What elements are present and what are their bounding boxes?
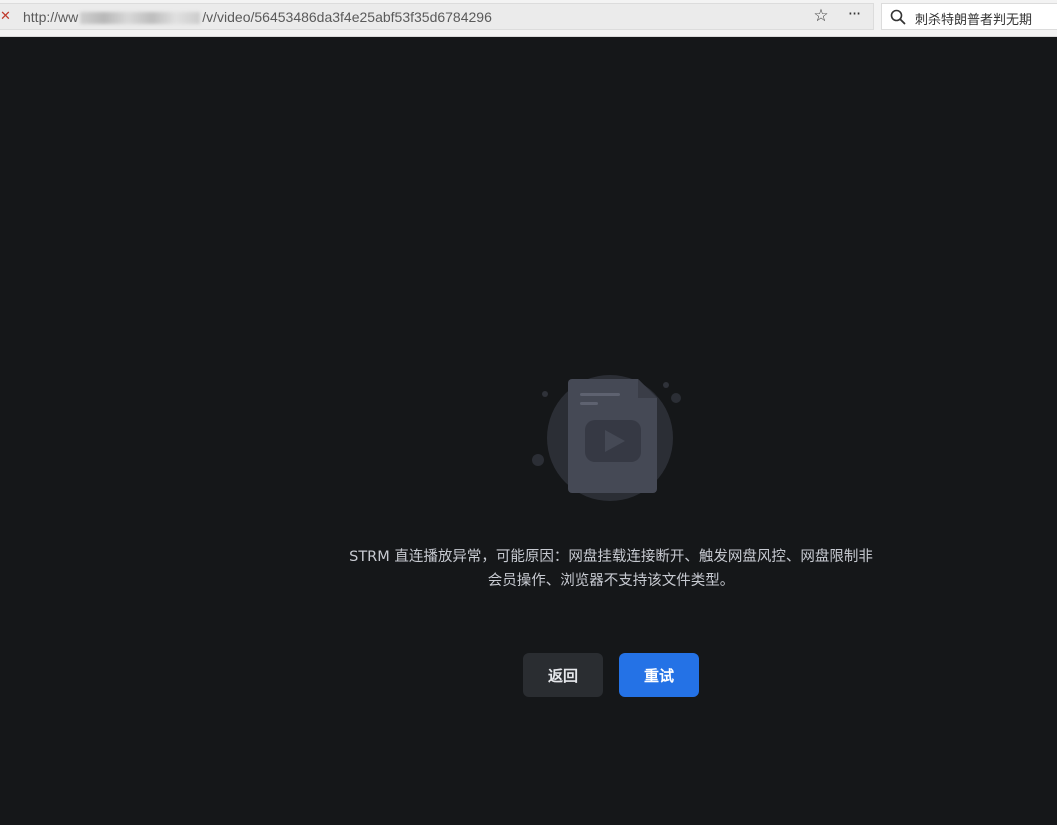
url-prefix: http://ww	[23, 9, 79, 25]
back-button[interactable]: 返回	[523, 653, 603, 697]
insecure-icon: ✕	[0, 9, 11, 24]
url-text[interactable]: http://ww/v/video/56453486da3f4e25abf53f…	[23, 9, 492, 25]
search-box[interactable]: 刺杀特朗普者判无期	[881, 3, 1057, 30]
video-file-icon	[532, 375, 681, 501]
url-suffix: /v/video/56453486da3f4e25abf53f35d678429…	[202, 9, 492, 25]
redacted-domain	[80, 12, 201, 25]
error-message-line2: 会员操作、浏览器不支持该文件类型。	[487, 573, 735, 589]
error-message-line1: STRM 直连播放异常，可能原因：网盘挂载连接断开、触发网盘风控、网盘限制非	[349, 549, 873, 565]
browser-toolbar: ✕ http://ww/v/video/56453486da3f4e25abf5…	[0, 0, 1057, 37]
error-message: STRM 直连播放异常，可能原因：网盘挂载连接断开、触发网盘风控、网盘限制非 会…	[311, 545, 911, 593]
address-bar[interactable]: ✕ http://ww/v/video/56453486da3f4e25abf5…	[0, 3, 874, 30]
bookmark-star-icon[interactable]: ☆	[811, 6, 831, 26]
more-icon[interactable]: ···	[843, 4, 865, 24]
search-query: 刺杀特朗普者判无期	[915, 13, 1033, 28]
retry-button[interactable]: 重试	[619, 653, 699, 697]
search-icon	[890, 9, 906, 25]
